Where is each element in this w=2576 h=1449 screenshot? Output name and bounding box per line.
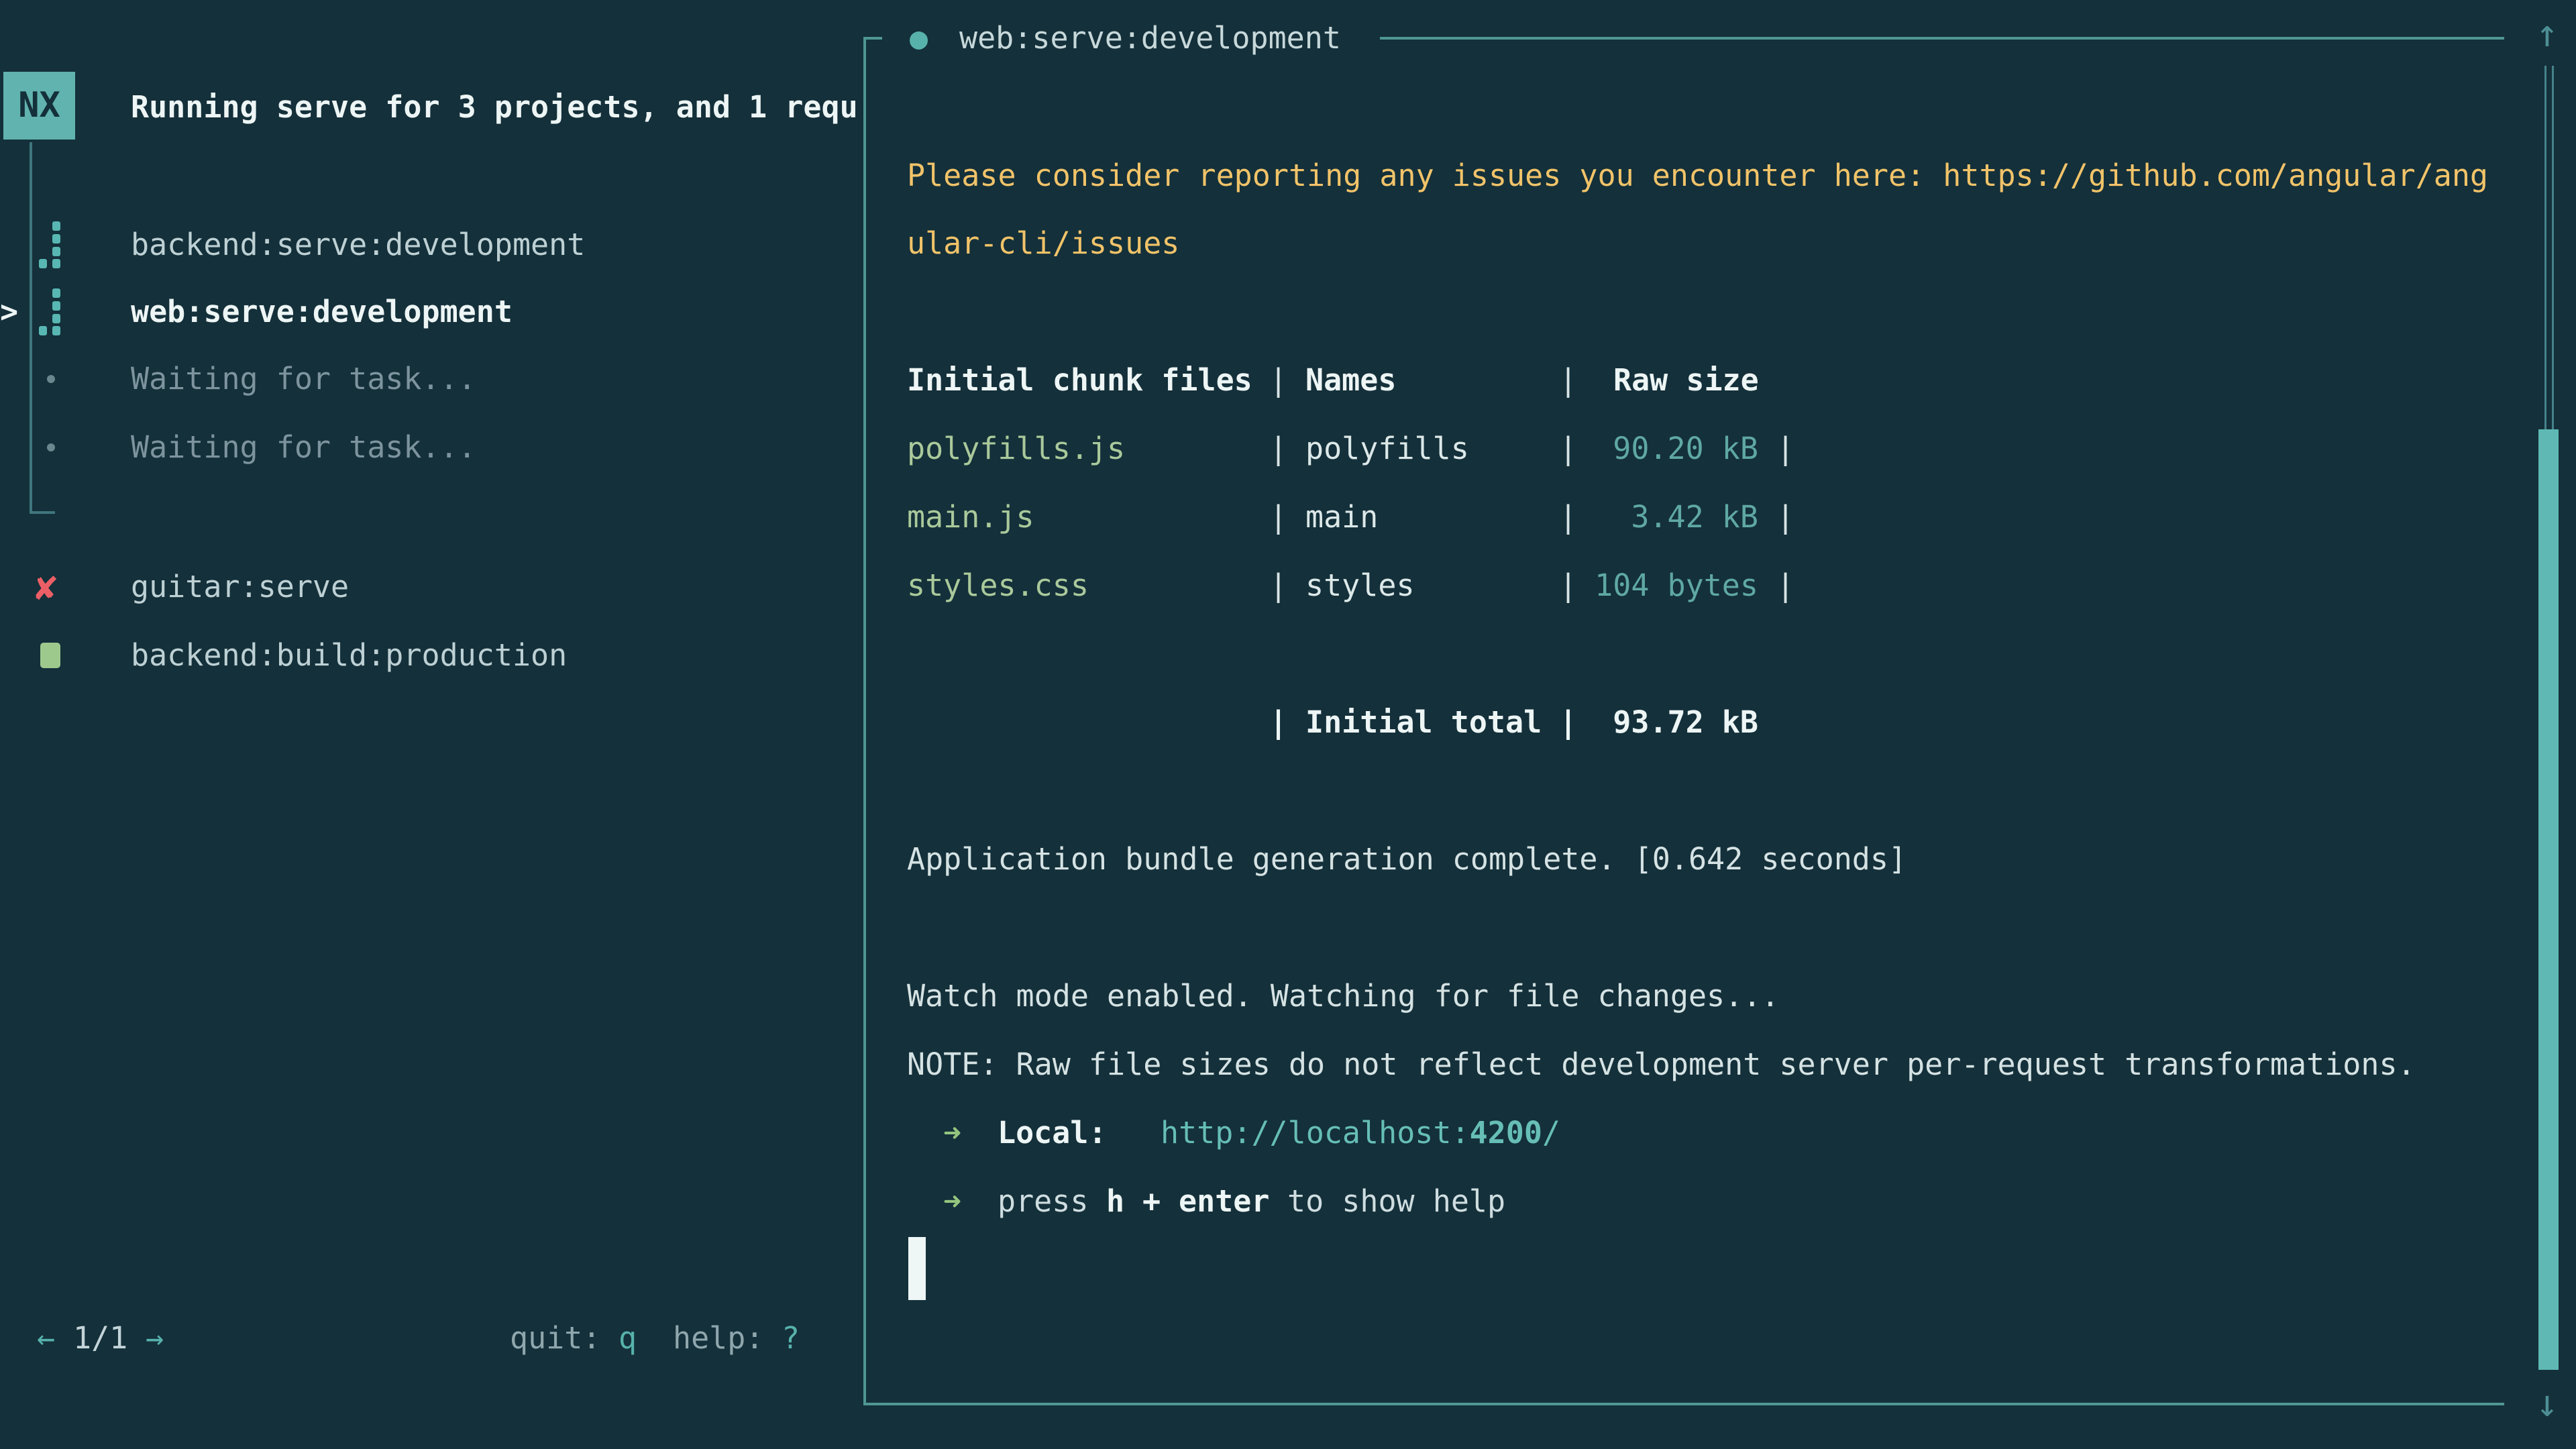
nx-tui-window: NX Running serve for 3 projects, and 1 r… xyxy=(0,0,2576,1449)
terminal-cursor xyxy=(908,1237,926,1300)
nx-logo: NX xyxy=(3,72,75,140)
task-item-waiting-2[interactable]: Waiting for task... xyxy=(131,413,476,482)
table-pipe: | xyxy=(1269,483,1287,551)
arrow-icon: ➜ xyxy=(943,1099,961,1167)
panel-title: web:serve:development xyxy=(959,4,1341,72)
notice-line-2: ular-cli/issues xyxy=(907,209,1179,278)
task-item-waiting-1[interactable]: Waiting for task... xyxy=(131,345,476,413)
panel-status-bullet-icon: ● xyxy=(910,4,928,72)
panel-border-left xyxy=(863,37,866,1405)
scroll-down-arrow[interactable]: ↓ xyxy=(2524,1370,2571,1438)
spinner-icon xyxy=(39,288,62,335)
help-suffix-text: to show help xyxy=(1287,1167,1505,1236)
local-label: Local: xyxy=(998,1099,1107,1167)
table-header-files: Initial chunk files xyxy=(907,346,1252,415)
table-header-names: Names xyxy=(1305,346,1396,415)
pagination-prev-arrow[interactable]: ← xyxy=(37,1304,55,1373)
table-pipe: | xyxy=(1269,551,1287,620)
pagination-next-arrow[interactable]: → xyxy=(146,1304,164,1373)
scrollbar-thumb[interactable] xyxy=(2538,429,2559,1370)
selected-caret-icon: > xyxy=(0,278,18,346)
failed-cross-icon: ✘ xyxy=(35,553,57,621)
table-row-size: 104 bytes xyxy=(1541,551,1758,620)
table-row-file: styles.css xyxy=(907,551,1089,620)
table-pipe: | xyxy=(1269,688,1287,757)
scroll-up-arrow[interactable]: ↑ xyxy=(2524,0,2571,68)
help-plus: + xyxy=(1142,1167,1161,1236)
task-item-backend-build[interactable]: backend:build:production xyxy=(131,621,567,690)
panel-border-bottom xyxy=(863,1403,2504,1405)
help-press-text: press xyxy=(998,1167,1088,1236)
table-header-size: Raw size xyxy=(1613,346,1759,415)
pagination-current: 1/1 xyxy=(73,1304,127,1373)
table-row-size: 90.20 kB xyxy=(1541,415,1758,483)
note-line: NOTE: Raw file sizes do not reflect deve… xyxy=(907,1030,2416,1099)
quit-hint-key: q xyxy=(619,1304,637,1373)
table-pipe: | xyxy=(1776,483,1794,551)
bundle-complete-line: Application bundle generation complete. … xyxy=(907,825,1907,894)
waiting-dot-icon xyxy=(47,443,55,451)
table-total-label: Initial total xyxy=(1305,688,1542,757)
notice-line-1: Please consider reporting any issues you… xyxy=(907,142,2488,210)
url-slash: / xyxy=(1542,1115,1560,1150)
waiting-dot-icon xyxy=(47,375,55,383)
table-row-name: main xyxy=(1305,483,1378,551)
url-prefix: http://localhost: xyxy=(1161,1115,1470,1150)
help-hint-label: help: xyxy=(673,1304,763,1373)
panel-border-top xyxy=(1380,37,2504,40)
help-key-h: h xyxy=(1106,1167,1124,1236)
arrow-icon: ➜ xyxy=(943,1167,961,1236)
table-row-name: polyfills xyxy=(1305,415,1469,483)
table-row-file: main.js xyxy=(907,483,1034,551)
table-pipe: | xyxy=(1269,346,1287,415)
scrollbar-track[interactable] xyxy=(2544,66,2554,429)
spinner-icon xyxy=(39,221,62,268)
table-row-name: styles xyxy=(1305,551,1415,620)
success-square-icon xyxy=(40,643,60,668)
task-item-guitar-serve[interactable]: guitar:serve xyxy=(131,553,349,621)
local-url-link[interactable]: http://localhost:4200/ xyxy=(1161,1099,1560,1167)
page-title: Running serve for 3 projects, and 1 requ xyxy=(131,73,863,142)
table-pipe: | xyxy=(1776,415,1794,483)
quit-hint-label: quit: xyxy=(510,1304,600,1373)
table-total-size: 93.72 kB xyxy=(1541,688,1758,757)
table-pipe: | xyxy=(1776,551,1794,620)
url-port: 4200 xyxy=(1470,1115,1542,1150)
help-hint-key: ? xyxy=(782,1304,800,1373)
help-key-enter: enter xyxy=(1179,1167,1269,1236)
table-row-size: 3.42 kB xyxy=(1541,483,1758,551)
table-pipe: | xyxy=(1559,346,1577,415)
task-item-backend-serve[interactable]: backend:serve:development xyxy=(131,211,585,279)
watch-mode-line: Watch mode enabled. Watching for file ch… xyxy=(907,962,1779,1030)
table-pipe: | xyxy=(1269,415,1287,483)
task-item-web-serve-selected[interactable]: web:serve:development xyxy=(131,278,513,346)
table-row-file: polyfills.js xyxy=(907,415,1125,483)
panel-border-top-stub xyxy=(863,37,882,40)
